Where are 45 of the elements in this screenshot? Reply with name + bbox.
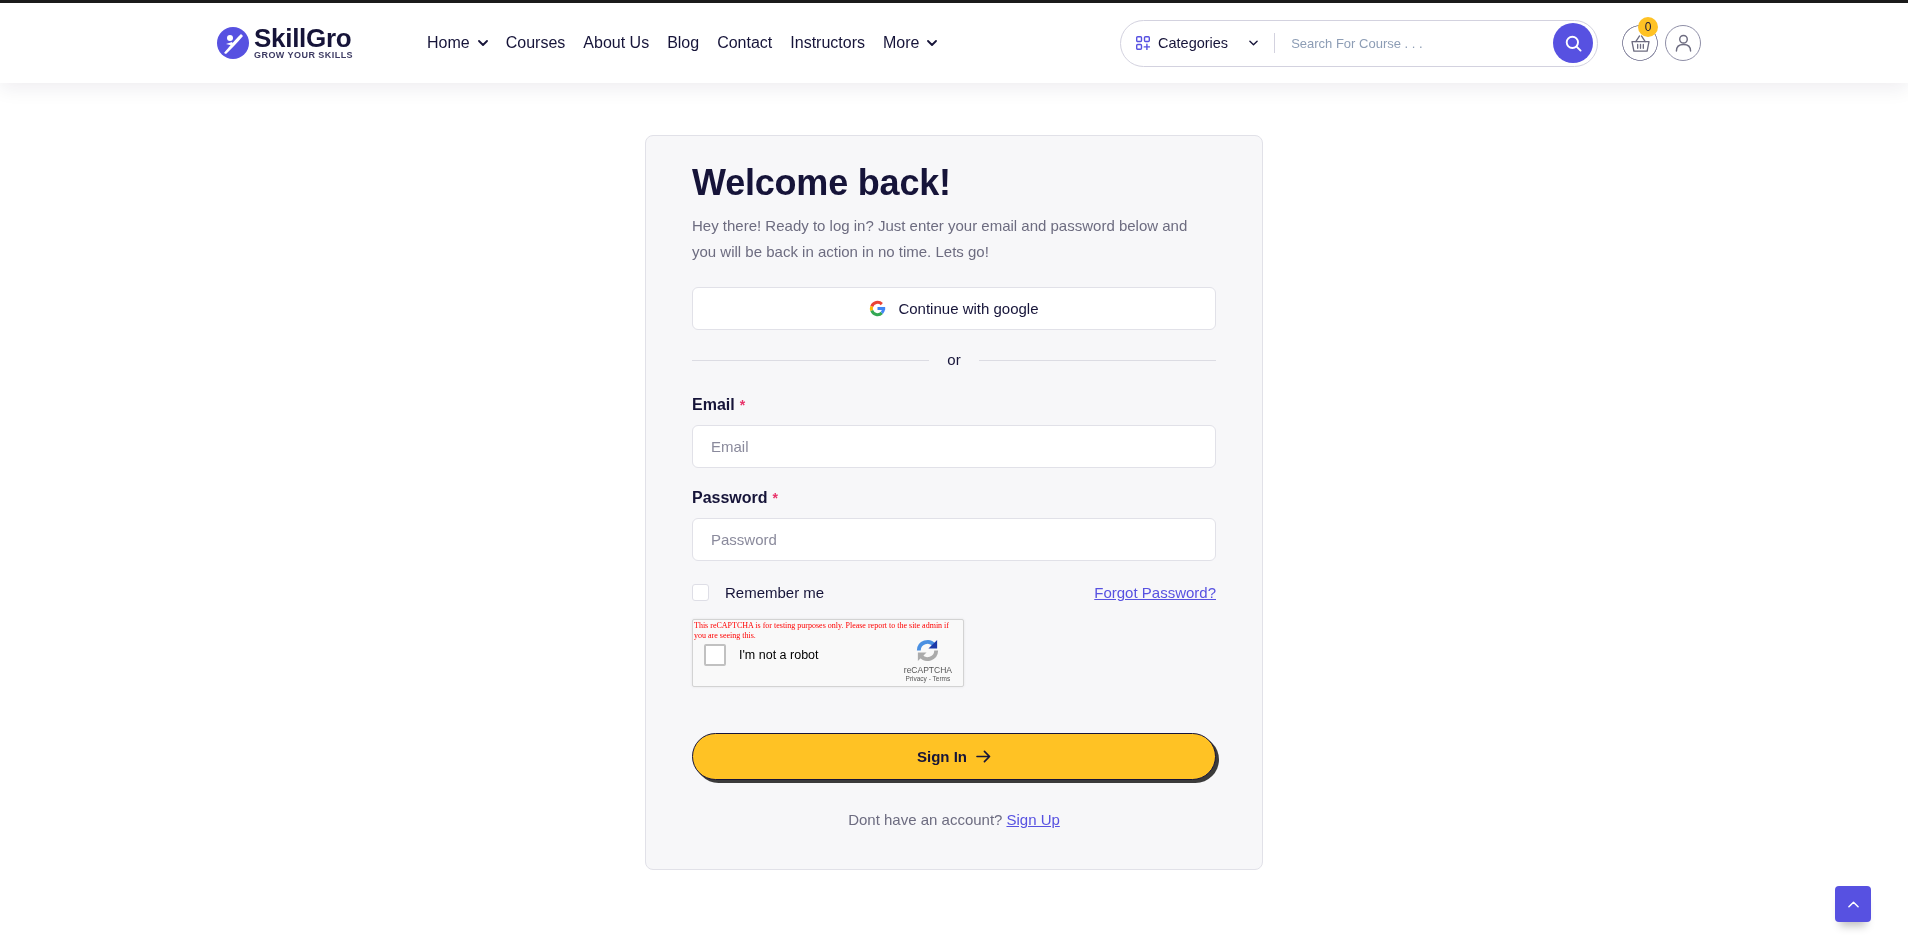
required-mark: * [739, 397, 746, 413]
search-button[interactable] [1553, 23, 1593, 63]
cart-button[interactable]: 0 [1622, 17, 1658, 61]
nav-link[interactable]: Home [427, 34, 488, 52]
arrow-right-icon [976, 750, 991, 763]
nav-link[interactable]: Instructors [790, 34, 865, 52]
sign-in-button[interactable]: Sign In [692, 733, 1216, 780]
forgot-password-link[interactable]: Forgot Password? [1094, 583, 1216, 601]
user-icon [1674, 34, 1692, 52]
field-label: Password [692, 489, 768, 507]
signup-prompt: Dont have an account? [848, 810, 1003, 830]
category-dropdown[interactable]: Categories [1136, 35, 1259, 51]
nav-link[interactable]: More [883, 34, 938, 52]
recaptcha-label: I'm not a robot [739, 648, 819, 662]
nav-link[interactable]: About Us [583, 34, 650, 52]
recaptcha-warning-text: This reCAPTCHA is for testing purposes only. Please report to the site admin if you are seeing this. [694, 621, 950, 640]
field-label: Email [692, 396, 735, 414]
logo-wordmark[interactable]: SkillGro [254, 26, 354, 50]
basket-icon [1630, 34, 1650, 52]
logo-tagline: GROW YOUR SKILLS [254, 50, 354, 60]
input-field[interactable]: Email [692, 425, 1216, 468]
logo-icon [217, 27, 249, 59]
remember-label: Remember me [725, 583, 825, 601]
chevron-down-icon [1249, 40, 1259, 46]
nav-link[interactable]: Blog [667, 34, 700, 52]
recaptcha-brand-text: reCAPTCHA [903, 665, 952, 675]
recaptcha-checkbox[interactable] [704, 644, 726, 666]
nav-link[interactable]: Courses [505, 34, 566, 52]
google-icon [869, 300, 887, 317]
divider-text: or [946, 350, 962, 370]
search-icon [1564, 34, 1582, 52]
search-field[interactable]: Search For Course . . . [1287, 35, 1553, 51]
required-mark: * [772, 490, 779, 506]
page-title: Welcome back! [692, 163, 952, 203]
input-field[interactable]: Password [692, 518, 1216, 561]
remember-checkbox[interactable] [692, 583, 709, 601]
chevron-up-icon [1847, 900, 1859, 908]
intro-text: Hey there! Ready to log in? Just enter your email and password below and you will be back in action in no time. Lets go! [692, 216, 1189, 262]
grid-icon [1136, 36, 1150, 50]
signup-link[interactable]: Sign Up [1006, 809, 1060, 831]
cart-count-badge: 0 [1638, 17, 1658, 37]
account-button[interactable] [1665, 25, 1701, 61]
scroll-to-top-button[interactable] [1835, 886, 1871, 922]
nav-link[interactable]: Contact [717, 34, 773, 52]
google-signin-button[interactable]: Continue with google [692, 287, 1216, 330]
